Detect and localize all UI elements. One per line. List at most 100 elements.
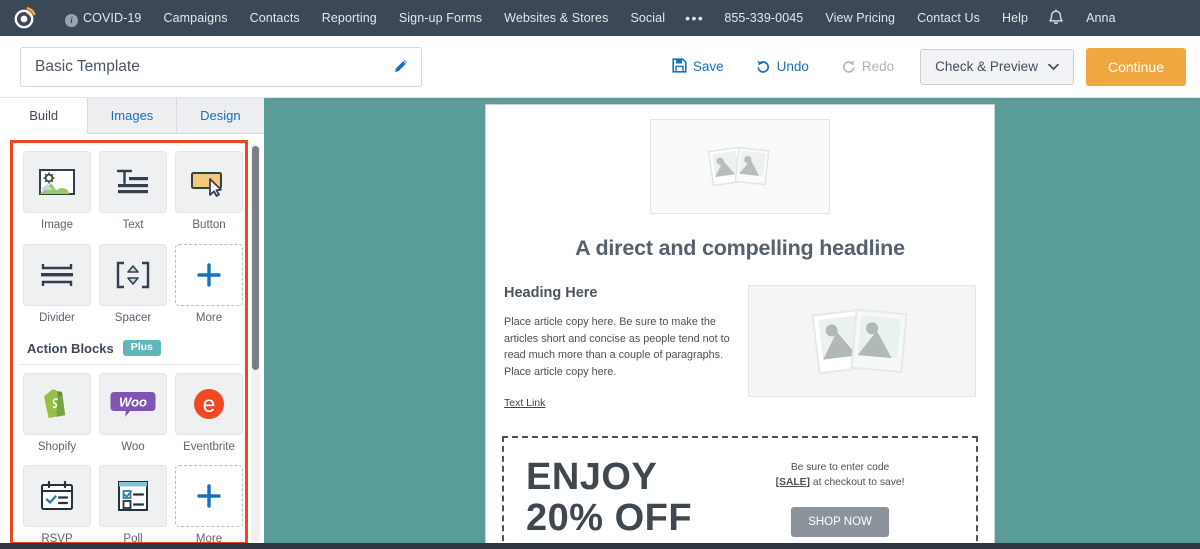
- nav-item-view-pricing[interactable]: View Pricing: [814, 0, 906, 36]
- coupon-note: Be sure to enter code [SALE] at checkout…: [710, 460, 970, 491]
- article-body[interactable]: Place article copy here. Be sure to make…: [504, 314, 730, 381]
- blocks-list: Image Text Button Divider Spacer More Ac…: [13, 143, 245, 542]
- coupon-note-before: Be sure to enter code: [790, 462, 890, 473]
- plus-icon[interactable]: [175, 465, 243, 528]
- action-blocks-row-2: RSVP Poll More: [19, 465, 243, 542]
- template-name-input[interactable]: [35, 57, 392, 76]
- scrollbar-thumb[interactable]: [252, 146, 259, 370]
- basic-blocks-row-2: Divider Spacer More: [19, 243, 243, 325]
- article-image-placeholder[interactable]: [748, 285, 976, 397]
- block-item-poll[interactable]: Poll: [99, 465, 167, 542]
- article-heading[interactable]: Heading Here: [504, 285, 730, 301]
- nav-item-phone-number[interactable]: 855-339-0045: [713, 0, 814, 36]
- block-item-text[interactable]: Text: [99, 151, 167, 232]
- block-label-spacer: Spacer: [114, 311, 152, 324]
- action-blocks-header: Action Blocks Plus: [19, 330, 239, 365]
- nav-item-campaigns[interactable]: Campaigns: [152, 0, 238, 36]
- basic-blocks-row-1: Image Text Button: [19, 151, 243, 232]
- nav-label-covid19: COVID-19: [83, 11, 142, 25]
- check-and-preview-button[interactable]: Check & Preview: [920, 48, 1074, 85]
- block-item-more-basic[interactable]: More: [175, 243, 243, 325]
- tab-images[interactable]: Images: [88, 98, 177, 133]
- svg-text:Woo: Woo: [119, 394, 147, 409]
- save-button[interactable]: Save: [656, 57, 740, 76]
- constant-contact-logo[interactable]: [10, 3, 40, 33]
- button-block-icon[interactable]: [175, 151, 243, 213]
- block-item-woo[interactable]: Woo Woo: [99, 372, 167, 454]
- coupon-headline: ENJOY 20% OFF: [526, 457, 692, 539]
- pencil-icon[interactable]: [392, 58, 409, 75]
- panel-scrollbar[interactable]: [251, 144, 260, 542]
- block-label-shopify: Shopify: [37, 440, 77, 453]
- email-canvas-area: A direct and compelling headline Heading…: [264, 98, 1200, 549]
- save-icon: [672, 57, 687, 76]
- nav-item-help[interactable]: Help: [991, 0, 1039, 36]
- nav-item-more-menu[interactable]: •••: [676, 0, 713, 36]
- plus-plan-badge: Plus: [122, 340, 161, 356]
- email-headline[interactable]: A direct and compelling headline: [486, 236, 994, 261]
- poll-checklist-icon[interactable]: [99, 465, 167, 528]
- block-label-button: Button: [192, 219, 226, 231]
- email-preview: A direct and compelling headline Heading…: [485, 104, 995, 549]
- notification-bell-icon[interactable]: [1045, 8, 1067, 28]
- template-name-field[interactable]: [20, 46, 422, 87]
- article-text-link[interactable]: Text Link: [504, 397, 545, 409]
- plus-icon[interactable]: [175, 243, 243, 306]
- eventbrite-icon[interactable]: e: [175, 372, 243, 435]
- article-section: Heading Here Place article copy here. Be…: [486, 261, 994, 411]
- nav-item-contacts[interactable]: Contacts: [239, 0, 311, 36]
- coupon-details: Be sure to enter code [SALE] at checkout…: [692, 460, 970, 537]
- block-label-image: Image: [41, 219, 73, 231]
- action-blocks-title: Action Blocks: [27, 340, 114, 356]
- redo-icon: [841, 58, 856, 76]
- coupon-block[interactable]: ENJOY 20% OFF Be sure to enter code [SAL…: [502, 435, 978, 548]
- user-account-menu[interactable]: Anna: [1075, 0, 1120, 36]
- toolbar-actions: Save Undo Redo Check & Preview Continue: [656, 47, 1186, 86]
- chevron-down-icon: [1048, 59, 1059, 74]
- nav-item-social[interactable]: Social: [619, 0, 676, 36]
- nav-item-reporting[interactable]: Reporting: [311, 0, 388, 36]
- spacer-block-icon[interactable]: [99, 243, 167, 306]
- undo-button[interactable]: Undo: [740, 58, 825, 76]
- editor-toolbar: Save Undo Redo: [0, 36, 1200, 98]
- shop-now-button[interactable]: SHOP NOW: [791, 506, 889, 537]
- check-preview-label: Check & Preview: [935, 59, 1038, 74]
- blocks-panel-highlight: Image Text Button Divider Spacer More Ac…: [10, 140, 248, 545]
- shopify-icon[interactable]: [23, 372, 91, 435]
- info-icon: i: [65, 14, 78, 27]
- continue-button[interactable]: Continue: [1085, 47, 1186, 86]
- panel-tabs: Build Images Design: [0, 98, 264, 134]
- block-label-more-basic: More: [195, 311, 223, 324]
- tab-build[interactable]: Build: [0, 98, 89, 134]
- editor-body: Build Images Design Image Text Button Di…: [0, 98, 1200, 549]
- block-item-shopify[interactable]: Shopify: [23, 372, 91, 454]
- block-item-button[interactable]: Button: [175, 151, 243, 232]
- undo-icon: [756, 58, 771, 76]
- coupon-code: [SALE]: [775, 477, 810, 489]
- left-panel: Build Images Design Image Text Button Di…: [0, 98, 264, 549]
- action-blocks-row-1: Shopify Woo Woo e Eventbrite: [19, 372, 243, 454]
- divider-block-icon[interactable]: [23, 243, 91, 306]
- nav-item-websites-stores[interactable]: Websites & Stores: [493, 0, 619, 36]
- block-item-rsvp[interactable]: RSVP: [23, 465, 91, 542]
- image-block-icon[interactable]: [23, 151, 91, 213]
- nav-item-contact-us[interactable]: Contact Us: [906, 0, 991, 36]
- woocommerce-icon[interactable]: Woo: [99, 372, 167, 435]
- logo-placeholder[interactable]: [650, 119, 830, 214]
- rsvp-calendar-icon[interactable]: [23, 465, 91, 528]
- block-item-eventbrite[interactable]: e Eventbrite: [175, 372, 243, 454]
- block-item-more-action[interactable]: More: [175, 465, 243, 542]
- bottom-bar: [0, 543, 1200, 549]
- save-label: Save: [692, 59, 724, 74]
- block-item-divider[interactable]: Divider: [23, 243, 91, 325]
- block-item-spacer[interactable]: Spacer: [99, 243, 167, 325]
- article-text-column: Heading Here Place article copy here. Be…: [504, 285, 730, 411]
- block-item-image[interactable]: Image: [23, 151, 91, 232]
- text-block-icon[interactable]: [99, 151, 167, 213]
- photos-placeholder-icon: [707, 146, 770, 186]
- tab-design[interactable]: Design: [176, 98, 264, 133]
- nav-item-covid19[interactable]: i COVID-19: [54, 0, 152, 36]
- email-editor-app: i COVID-19 Campaigns Contacts Reporting S…: [0, 0, 1200, 549]
- redo-button[interactable]: Redo: [825, 58, 910, 76]
- nav-item-signup-forms[interactable]: Sign-up Forms: [388, 0, 493, 36]
